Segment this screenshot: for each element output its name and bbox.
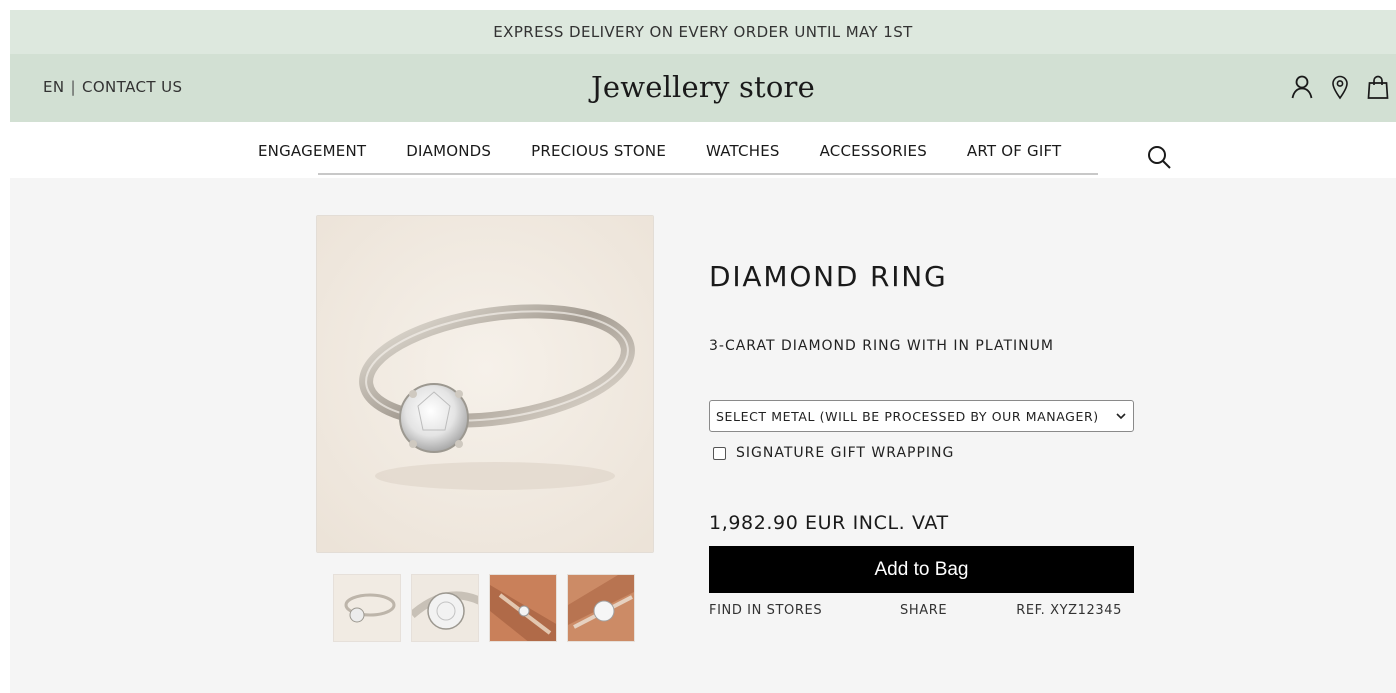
promo-text: Express delivery on every order until Ma… (493, 23, 913, 41)
location-pin-icon[interactable] (1328, 74, 1352, 100)
thumbnail-hand-image (490, 575, 556, 641)
product-title: Diamond ring (709, 260, 948, 293)
thumbnail-1[interactable] (333, 574, 401, 642)
nav-item-precious-stone[interactable]: Precious stone (531, 142, 666, 160)
gift-wrapping-checkbox[interactable] (713, 446, 726, 460)
diamond-ring-image (317, 216, 653, 552)
product-actions: Find in stores Share Ref. XYZ12345 (709, 603, 1134, 623)
metal-select-value: Select metal (will be processed by our m… (716, 408, 1099, 424)
product-price: 1,982.90 EUR incl. VAT (709, 512, 949, 534)
product-subtitle: 3-carat diamond ring with in platinum (709, 338, 1054, 354)
gift-wrapping-option[interactable]: Signature gift wrapping (713, 445, 954, 461)
metal-select-dropdown[interactable]: Select metal (will be processed by our m… (709, 400, 1134, 432)
nav-item-watches[interactable]: Watches (706, 142, 780, 160)
product-main-image[interactable] (316, 215, 654, 553)
nav-item-diamonds[interactable]: Diamonds (406, 142, 491, 160)
product-thumbnails (333, 574, 635, 642)
thumbnail-closeup-image (412, 575, 478, 641)
nav-divider (318, 173, 1098, 175)
user-icon[interactable] (1290, 74, 1314, 100)
thumbnail-2[interactable] (411, 574, 479, 642)
product-reference: Ref. XYZ12345 (1016, 603, 1122, 618)
add-to-bag-button[interactable]: Add to Bag (709, 546, 1134, 593)
store-logo-title[interactable]: Jewellery store (10, 70, 1396, 104)
gift-wrapping-label: Signature gift wrapping (736, 445, 955, 461)
nav-item-accessories[interactable]: Accessories (820, 142, 927, 160)
promo-banner: Express delivery on every order until Ma… (10, 10, 1396, 54)
site-header: EN | Contact us Jewellery store (10, 54, 1396, 122)
nav-item-art-of-gift[interactable]: Art of gift (967, 142, 1062, 160)
shopping-bag-icon[interactable] (1366, 74, 1390, 100)
header-icons (1290, 74, 1390, 100)
main-navigation: Engagement Diamonds Precious stone Watch… (258, 122, 1178, 178)
thumbnail-worn-image (568, 575, 634, 641)
search-icon[interactable] (1146, 144, 1172, 170)
product-section: Diamond ring 3-carat diamond ring with i… (10, 178, 1396, 693)
chevron-down-icon (1116, 413, 1126, 420)
nav-item-engagement[interactable]: Engagement (258, 142, 366, 160)
thumbnail-4[interactable] (567, 574, 635, 642)
thumbnail-ring-image (334, 575, 400, 641)
thumbnail-3[interactable] (489, 574, 557, 642)
share-link[interactable]: Share (900, 603, 947, 618)
find-in-stores-link[interactable]: Find in stores (709, 603, 822, 618)
